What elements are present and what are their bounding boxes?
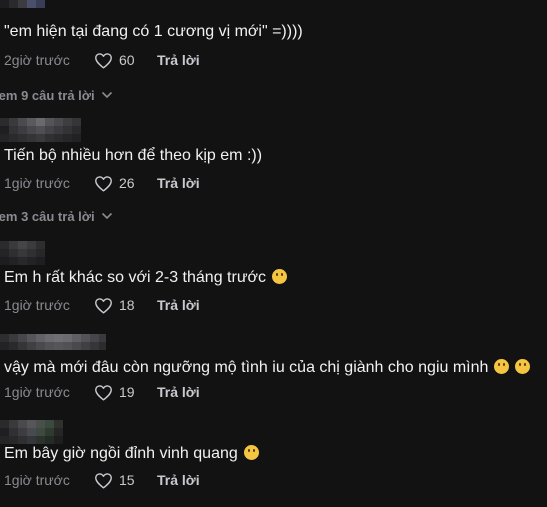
comment-text: "em hiện tại đang có 1 cương vị mới" =))… [4, 23, 303, 40]
heart-outline-icon [95, 472, 112, 489]
like-button[interactable]: 19 [94, 384, 154, 401]
comment-text: Em h rất khác so với 2-3 tháng trước [4, 268, 288, 288]
heart-outline-icon [95, 175, 112, 192]
reply-button[interactable]: Trả lời [157, 175, 200, 191]
comment-meta: 1giờ trước 26 Trả lời [4, 173, 200, 193]
comment-text: Em bây giờ ngồi đỉnh vinh quang [4, 444, 259, 464]
like-button[interactable]: 15 [94, 472, 154, 489]
comment-meta: 1giờ trước 19 Trả lời [4, 382, 200, 402]
view-replies-button[interactable]: Xem 9 câu trả lời [0, 85, 113, 105]
heart-outline-icon [95, 384, 112, 401]
timestamp: 1giờ trước [4, 384, 70, 400]
username-blurred[interactable] [0, 0, 48, 8]
like-button[interactable]: 60 [94, 52, 154, 69]
like-button[interactable]: 26 [94, 175, 154, 192]
view-replies-label: Xem 9 câu trả lời [0, 87, 95, 103]
view-replies-label: Xem 3 câu trả lời [0, 208, 95, 224]
like-count: 26 [119, 175, 135, 191]
weary-emoji [515, 359, 531, 374]
pensive-emoji [243, 445, 259, 460]
heart-outline-icon [95, 297, 112, 314]
comment-meta: 1giờ trước 18 Trả lời [4, 295, 200, 315]
username-blurred[interactable] [0, 118, 85, 142]
view-replies-button[interactable]: Xem 3 câu trả lời [0, 206, 113, 226]
reply-button[interactable]: Trả lời [157, 384, 200, 400]
comment-text: vậy mà mới đâu còn ngưỡng mộ tình iu của… [4, 358, 531, 378]
like-count: 19 [119, 384, 135, 400]
comment-meta: 2giờ trước 60 Trả lời [4, 50, 200, 70]
timestamp: 2giờ trước [4, 52, 70, 68]
timestamp: 1giờ trước [4, 297, 70, 313]
username-blurred[interactable] [0, 241, 48, 265]
like-count: 18 [119, 297, 135, 313]
chevron-down-icon [101, 212, 112, 220]
chevron-down-icon [101, 91, 112, 99]
reply-button[interactable]: Trả lời [157, 297, 200, 313]
grinning-sweat-emoji [272, 269, 288, 284]
username-blurred[interactable] [0, 334, 106, 350]
comment-text: Tiến bộ nhiều hơn để theo kịp em :)) [4, 147, 263, 164]
reply-button[interactable]: Trả lời [157, 472, 200, 488]
like-count: 15 [119, 472, 135, 488]
username-blurred[interactable] [0, 420, 68, 444]
like-count: 60 [119, 52, 135, 68]
frowning-emoji [494, 359, 510, 374]
comment-meta: 1giờ trước 15 Trả lời [4, 470, 200, 490]
like-button[interactable]: 18 [94, 297, 154, 314]
timestamp: 1giờ trước [4, 472, 70, 488]
timestamp: 1giờ trước [4, 175, 70, 191]
heart-outline-icon [95, 52, 112, 69]
reply-button[interactable]: Trả lời [157, 52, 200, 68]
